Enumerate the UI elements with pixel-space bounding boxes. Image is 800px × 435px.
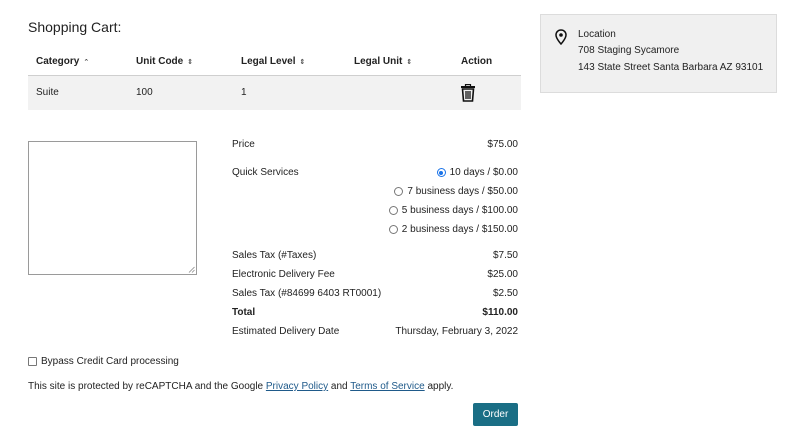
quick-service-option-label: 5 business days / $100.00 xyxy=(401,205,518,216)
recaptcha-suffix: apply. xyxy=(424,381,454,392)
bypass-checkbox[interactable] xyxy=(28,357,37,366)
radio-selected-icon[interactable] xyxy=(436,168,446,177)
column-header-category[interactable]: Category ⌃ xyxy=(36,56,89,67)
recaptcha-prefix: This site is protected by reCAPTCHA and … xyxy=(28,381,266,392)
sales-tax-label: Sales Tax (#Taxes) xyxy=(232,250,317,261)
delivery-date-label: Estimated Delivery Date xyxy=(232,326,340,337)
column-header-label: Category xyxy=(36,56,80,67)
cell-unit-code: 100 xyxy=(136,87,153,98)
delivery-date-value: Thursday, February 3, 2022 xyxy=(395,326,518,337)
sales-tax-value: $7.50 xyxy=(492,250,518,261)
location-panel: Location 708 Staging Sycamore 143 State … xyxy=(540,14,777,93)
cell-legal-level: 1 xyxy=(241,87,247,98)
electronic-delivery-label: Electronic Delivery Fee xyxy=(232,269,335,280)
notes-textarea[interactable] xyxy=(28,141,197,275)
table-header: Category ⌃ Unit Code ⇕ Legal Level ⇕ Leg… xyxy=(28,47,521,76)
radio-icon[interactable] xyxy=(394,187,404,196)
quick-service-option-5-days[interactable]: 5 business days / $100.00 xyxy=(388,205,518,216)
location-address-line2: 143 State Street Santa Barbara AZ 93101 xyxy=(578,62,764,73)
order-button[interactable]: Order xyxy=(473,403,518,426)
column-header-label: Action xyxy=(461,56,493,67)
column-header-legal-unit[interactable]: Legal Unit ⇕ xyxy=(354,56,412,67)
terms-of-service-link[interactable]: Terms of Service xyxy=(350,381,424,392)
quick-service-option-2-days[interactable]: 2 business days / $150.00 xyxy=(388,224,518,235)
sort-icon: ⇕ xyxy=(299,58,306,66)
quick-services-label: Quick Services xyxy=(232,167,299,178)
sales-tax-2-label: Sales Tax (#84699 6403 RT0001) xyxy=(232,288,382,299)
bypass-label: Bypass Credit Card processing xyxy=(41,356,179,367)
total-label: Total xyxy=(232,307,256,318)
quick-service-option-7-days[interactable]: 7 business days / $50.00 xyxy=(394,186,518,197)
bypass-credit-card-option[interactable]: Bypass Credit Card processing xyxy=(28,356,179,367)
sales-tax-2-value: $2.50 xyxy=(492,288,518,299)
price-value: $75.00 xyxy=(487,139,518,150)
column-header-legal-level[interactable]: Legal Level ⇕ xyxy=(241,56,305,67)
column-header-label: Legal Level xyxy=(241,56,296,67)
cart-table: Category ⌃ Unit Code ⇕ Legal Level ⇕ Leg… xyxy=(28,47,521,110)
page-title: Shopping Cart: xyxy=(28,19,122,35)
cell-category: Suite xyxy=(36,87,59,98)
price-label: Price xyxy=(232,139,255,150)
trash-icon[interactable] xyxy=(460,84,476,102)
map-pin-icon xyxy=(555,29,567,45)
location-address-line1: 708 Staging Sycamore xyxy=(578,45,680,56)
location-label: Location xyxy=(578,29,616,40)
column-header-action: Action xyxy=(461,56,492,67)
quick-service-option-10-days[interactable]: 10 days / $0.00 xyxy=(436,167,518,178)
resize-grip-icon[interactable] xyxy=(188,266,195,273)
radio-icon[interactable] xyxy=(388,206,398,215)
sort-icon: ⇕ xyxy=(187,58,194,66)
quick-service-option-label: 2 business days / $150.00 xyxy=(401,224,518,235)
recaptcha-and: and xyxy=(328,381,351,392)
quick-service-option-label: 7 business days / $50.00 xyxy=(407,186,518,197)
column-header-unit-code[interactable]: Unit Code ⇕ xyxy=(136,56,193,67)
total-value: $110.00 xyxy=(482,307,518,318)
sort-icon: ⇕ xyxy=(406,58,413,66)
table-row: Suite 100 1 xyxy=(28,76,521,110)
privacy-policy-link[interactable]: Privacy Policy xyxy=(266,381,328,392)
recaptcha-notice: This site is protected by reCAPTCHA and … xyxy=(28,381,453,392)
column-header-label: Legal Unit xyxy=(354,56,403,67)
column-header-label: Unit Code xyxy=(136,56,184,67)
sort-ascending-icon: ⌃ xyxy=(83,58,90,66)
electronic-delivery-value: $25.00 xyxy=(487,269,518,280)
radio-icon[interactable] xyxy=(388,225,398,234)
quick-service-option-label: 10 days / $0.00 xyxy=(449,167,518,178)
